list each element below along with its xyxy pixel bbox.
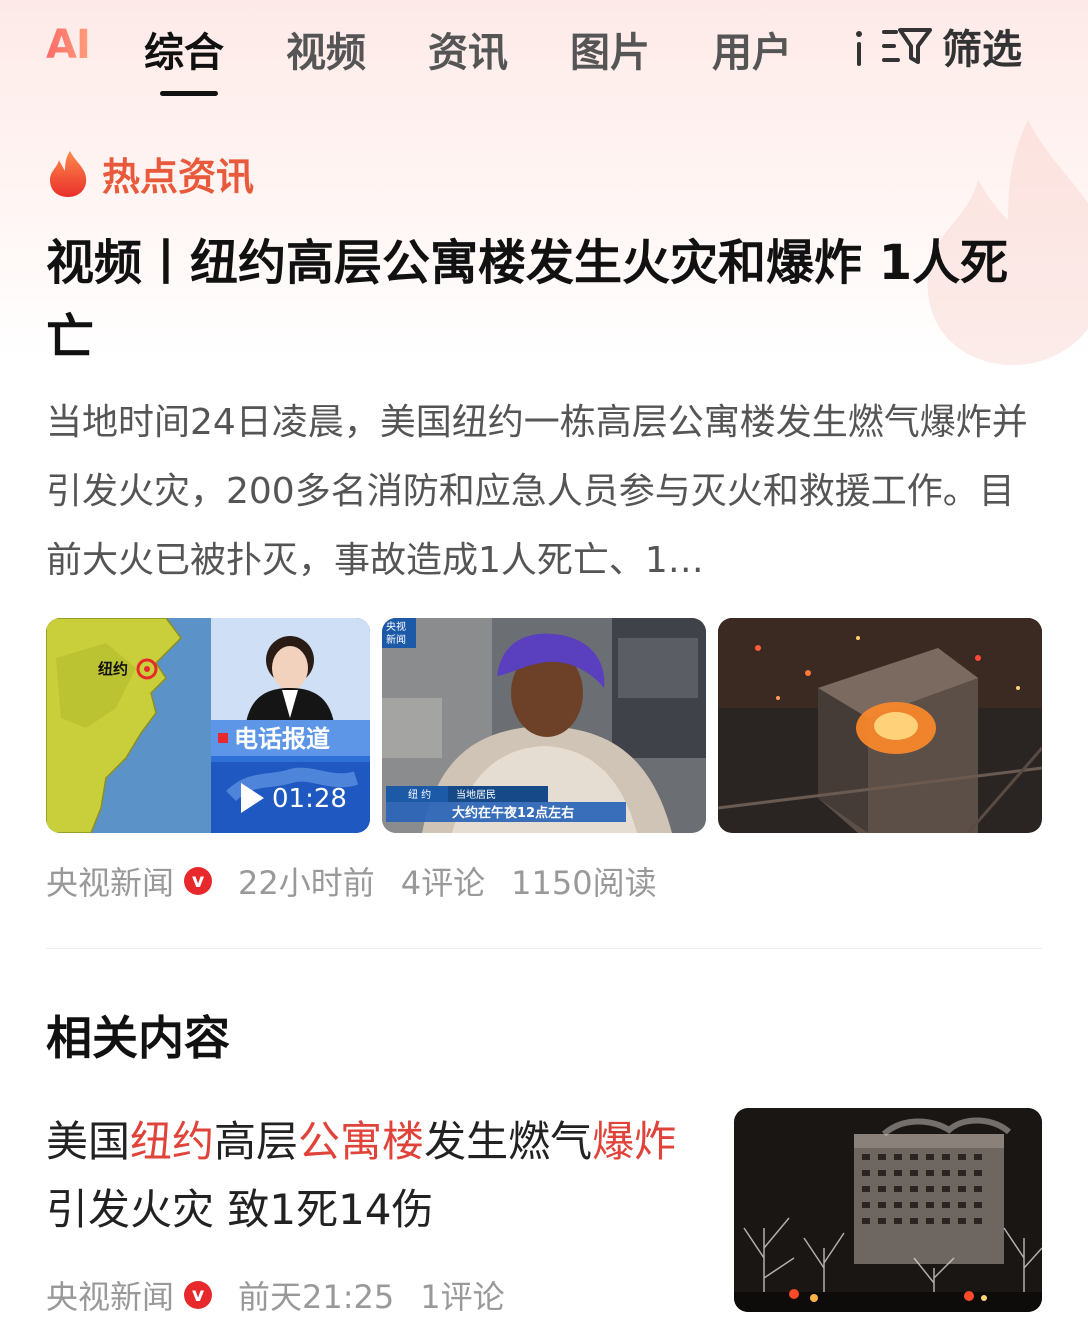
news-headline[interactable]: 视频丨纽约高层公寓楼发生火灾和爆炸 1人死亡	[46, 226, 1036, 374]
interview-image: 央视 新闻 纽 约 当地居民 大约在午夜12点左右	[382, 618, 706, 833]
svg-text:新闻: 新闻	[386, 633, 406, 646]
headline-keyword: 公寓楼	[298, 1117, 425, 1166]
news-banner-text: 电话报道	[234, 725, 330, 753]
more-tabs-icon[interactable]	[856, 28, 862, 68]
tab-users[interactable]: 用户	[712, 20, 792, 78]
svg-text:央视: 央视	[386, 620, 406, 633]
verified-badge-icon: v	[184, 867, 213, 895]
source-name[interactable]: 央视新闻	[46, 1272, 174, 1318]
related-article-thumbnail[interactable]	[734, 1108, 1042, 1312]
verified-badge-icon: v	[184, 1281, 213, 1309]
news-summary[interactable]: 当地时间24日凌晨，美国纽约一栋高层公寓楼发生燃气爆炸并引发火灾，200多名消防…	[46, 388, 1036, 595]
hot-news-meta: 央视新闻 v 22小时前 4评论 1150阅读	[46, 858, 657, 904]
headline-keyword: 爆炸	[592, 1117, 677, 1166]
related-section-title: 相关内容	[46, 1011, 230, 1065]
comment-count[interactable]: 1评论	[420, 1272, 504, 1318]
video-thumbnail-anchor[interactable]: 纽约 电话报道 01:28	[46, 618, 370, 833]
map-city-label: 纽约	[98, 660, 128, 678]
tab-images[interactable]: 图片	[570, 20, 650, 78]
headline-part: 美国	[46, 1117, 131, 1166]
headline-part: 引发火灾 致1死14伤	[46, 1185, 434, 1234]
tab-comprehensive[interactable]: 综合	[144, 20, 224, 78]
active-tab-indicator	[160, 91, 218, 96]
filter-icon	[882, 28, 932, 64]
flame-icon	[50, 150, 87, 197]
tab-news[interactable]: 资讯	[428, 20, 508, 78]
comment-count[interactable]: 4评论	[401, 858, 485, 904]
related-article-headline[interactable]: 美国纽约高层公寓楼发生燃气爆炸引发火灾 致1死14伤	[46, 1108, 706, 1244]
headline-part: 发生燃气	[424, 1117, 593, 1166]
caption-text: 大约在午夜12点左右	[452, 805, 574, 821]
hot-news-label: 热点资讯	[102, 155, 255, 199]
video-duration: 01:28	[272, 784, 347, 814]
section-divider	[46, 948, 1042, 949]
headline-part: 高层	[214, 1117, 299, 1166]
filter-label: 筛选	[942, 27, 1022, 73]
ai-logo[interactable]: AI	[46, 22, 91, 68]
related-article-meta: 央视新闻 v 前天21:25 1评论	[46, 1272, 505, 1318]
filter-button[interactable]: 筛选	[882, 20, 1022, 73]
tab-video[interactable]: 视频	[286, 20, 366, 78]
read-count: 1150阅读	[511, 864, 657, 902]
fire-thumbnail[interactable]	[718, 618, 1042, 833]
caption-location: 纽 约	[408, 788, 431, 801]
interview-thumbnail[interactable]: 央视 新闻 纽 约 当地居民 大约在午夜12点左右	[382, 618, 706, 833]
hot-news-header: 热点资讯	[46, 146, 254, 201]
night-building-image	[734, 1108, 1042, 1312]
news-map-image: 纽约 电话报道 01:28	[46, 618, 370, 833]
publish-time: 前天21:25	[238, 1278, 395, 1316]
source-name[interactable]: 央视新闻	[46, 858, 174, 904]
publish-time: 22小时前	[238, 864, 375, 902]
search-tabs: AI 综合 视频 资讯 图片 用户 筛选	[0, 0, 1088, 110]
fire-aerial-image	[718, 618, 1042, 833]
headline-keyword: 纽约	[130, 1117, 215, 1166]
caption-speaker: 当地居民	[456, 788, 496, 801]
